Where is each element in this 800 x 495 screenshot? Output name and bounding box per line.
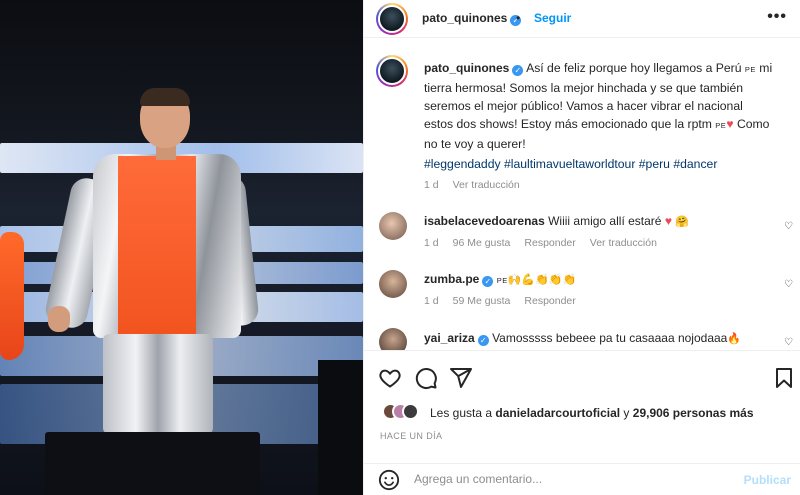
comment-text: Vamosssss bebeee pa tu casaaaa nojodaaa	[492, 331, 728, 345]
caption-avatar[interactable]	[376, 55, 408, 87]
stage-speaker	[45, 432, 260, 495]
post-photo[interactable]	[0, 0, 363, 495]
follow-button[interactable]: Seguir	[534, 11, 571, 25]
likes-middle: y	[620, 406, 633, 420]
author-username[interactable]: pato_quinones	[422, 11, 507, 25]
flag-pe-icon: PE	[715, 121, 727, 130]
verified-icon: ✓	[482, 276, 494, 287]
fire-emoji: 🔥	[727, 333, 742, 345]
emoji-row: 🙌💪👏👏👏	[507, 274, 577, 286]
caption-age: 1 d	[424, 179, 439, 191]
comment-body: zumba.pe ✓ PE🙌💪👏👏👏	[424, 272, 576, 287]
commenter-avatar[interactable]	[379, 212, 407, 240]
red-heart-emoji: ♥	[726, 117, 734, 131]
comment-input[interactable]	[414, 472, 714, 486]
share-icon[interactable]	[449, 366, 473, 390]
comment-username[interactable]: isabelacevedoarenas	[424, 214, 545, 228]
reply-button[interactable]: Responder	[524, 295, 575, 307]
dancer-arm	[0, 232, 24, 360]
translate-link[interactable]: Ver traducción	[453, 179, 520, 191]
comment-age: 1 d	[424, 295, 439, 307]
comment-body: yai_ariza ✓ Vamosssss bebeee pa tu casaaa…	[424, 331, 741, 346]
comment-icon[interactable]	[414, 366, 438, 390]
comment-age: 1 d	[424, 237, 439, 249]
more-options-icon[interactable]: •••	[767, 8, 787, 26]
comment-meta: 1 d 59 Me gusta Responder	[424, 295, 590, 307]
flag-pe-icon: PE	[496, 276, 508, 285]
comment-likes[interactable]: 96 Me gusta	[453, 237, 511, 249]
add-comment-bar: Publicar	[364, 463, 800, 495]
likes-count[interactable]: 29,906 personas más	[633, 406, 754, 420]
post-header: pato_quinones ✓ • Seguir •••	[364, 0, 800, 38]
red-heart-emoji: ♥	[664, 214, 672, 228]
commenter-avatar[interactable]	[379, 328, 407, 350]
comment-username[interactable]: zumba.pe	[424, 272, 479, 286]
bookmark-icon[interactable]	[772, 366, 796, 390]
likes-summary[interactable]: Les gusta a danieladarcourtoficial y 29,…	[430, 406, 754, 420]
caption-text: Así de feliz porque hoy llegamos a Perú	[526, 61, 745, 75]
reply-button[interactable]: Responder	[524, 237, 575, 249]
performer-hand	[48, 306, 70, 332]
caption-username[interactable]: pato_quinones	[424, 61, 509, 75]
silver-pants	[103, 334, 213, 434]
flag-pe-icon: PE	[744, 65, 756, 74]
performer-figure	[42, 88, 260, 436]
comment-meta: 1 d 96 Me gusta Responder Ver traducción	[424, 237, 671, 249]
post-side-panel: pato_quinones ✓ • Seguir ••• pato_quinone…	[363, 0, 800, 495]
comment-body: isabelacevedoarenas Wiiii amigo allí est…	[424, 214, 689, 228]
separator-dot: •	[516, 11, 521, 25]
comment-likes[interactable]: 59 Me gusta	[453, 295, 511, 307]
post-timestamp[interactable]: HACE UN DÍA	[380, 431, 442, 441]
comment-text: Wiiii amigo allí estaré	[548, 214, 662, 228]
heart-icon[interactable]	[378, 366, 402, 390]
comment-like-heart-icon[interactable]: ♡	[784, 337, 793, 348]
likes-user[interactable]: danieladarcourtoficial	[495, 406, 620, 420]
commenter-avatar[interactable]	[379, 270, 407, 298]
performer-hair	[140, 88, 190, 106]
comment-like-heart-icon[interactable]: ♡	[784, 279, 793, 290]
post-caption: pato_quinones ✓ Así de feliz porque hoy l…	[424, 59, 774, 153]
orange-shirt	[118, 156, 196, 334]
verified-icon: ✓	[477, 335, 489, 346]
caption-hashtags[interactable]: #leggendaddy #laultimavueltaworldtour #p…	[424, 157, 717, 171]
translate-link[interactable]: Ver traducción	[590, 237, 657, 249]
comments-section[interactable]: pato_quinones ✓ Así de feliz porque hoy l…	[364, 38, 800, 350]
post-actions: Les gusta a danieladarcourtoficial y 29,…	[364, 350, 800, 495]
verified-icon: ✓	[512, 65, 524, 76]
publish-button[interactable]: Publicar	[744, 473, 791, 487]
likes-prefix: Les gusta a	[430, 406, 496, 420]
stage-speaker	[318, 360, 363, 495]
comment-username[interactable]: yai_ariza	[424, 331, 475, 345]
hugging-emoji: 🤗	[675, 216, 689, 228]
liker-avatars	[382, 403, 430, 421]
comment-like-heart-icon[interactable]: ♡	[784, 221, 793, 232]
emoji-icon[interactable]	[378, 469, 400, 491]
author-avatar[interactable]	[376, 3, 408, 35]
caption-meta: 1 d Ver traducción	[424, 179, 534, 191]
author-name-row: pato_quinones ✓	[422, 11, 522, 26]
